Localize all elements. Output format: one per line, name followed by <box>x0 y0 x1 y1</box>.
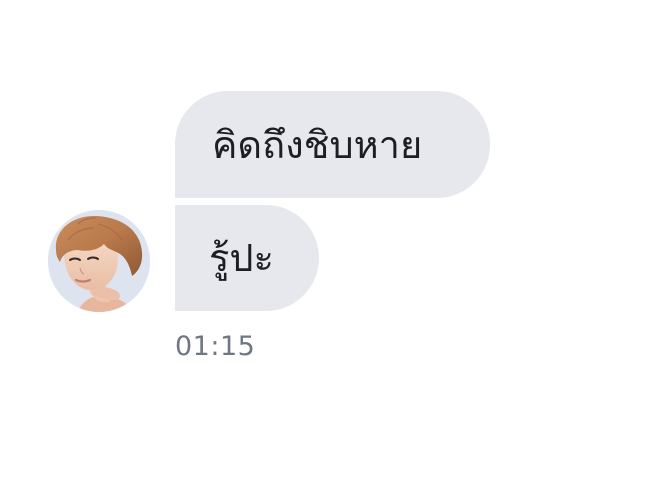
message-timestamp: 01:15 <box>175 331 256 362</box>
message-bubble[interactable]: รู้ปะ <box>175 205 319 311</box>
message-bubble[interactable]: คิดถึงชิบหาย <box>175 91 490 198</box>
message-thread: คิดถึงชิบหาย รู้ปะ 01:15 <box>0 0 657 478</box>
message-text: รู้ปะ <box>209 236 274 280</box>
user-avatar-icon <box>48 210 150 312</box>
message-text: คิดถึงชิบหาย <box>212 122 423 167</box>
sender-avatar[interactable] <box>48 210 150 312</box>
